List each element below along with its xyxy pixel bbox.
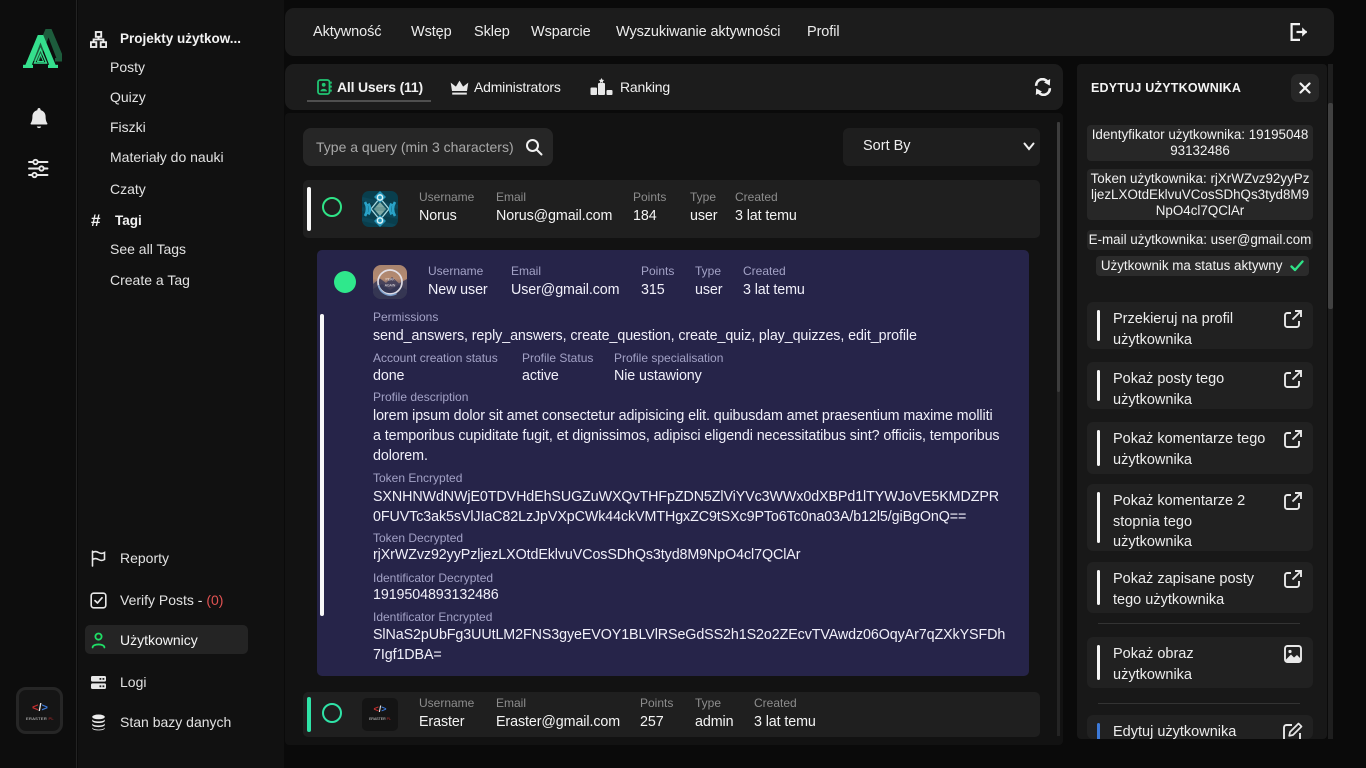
svg-text:AGAIN: AGAIN xyxy=(385,284,396,288)
svg-text:PEAK: PEAK xyxy=(385,278,395,282)
